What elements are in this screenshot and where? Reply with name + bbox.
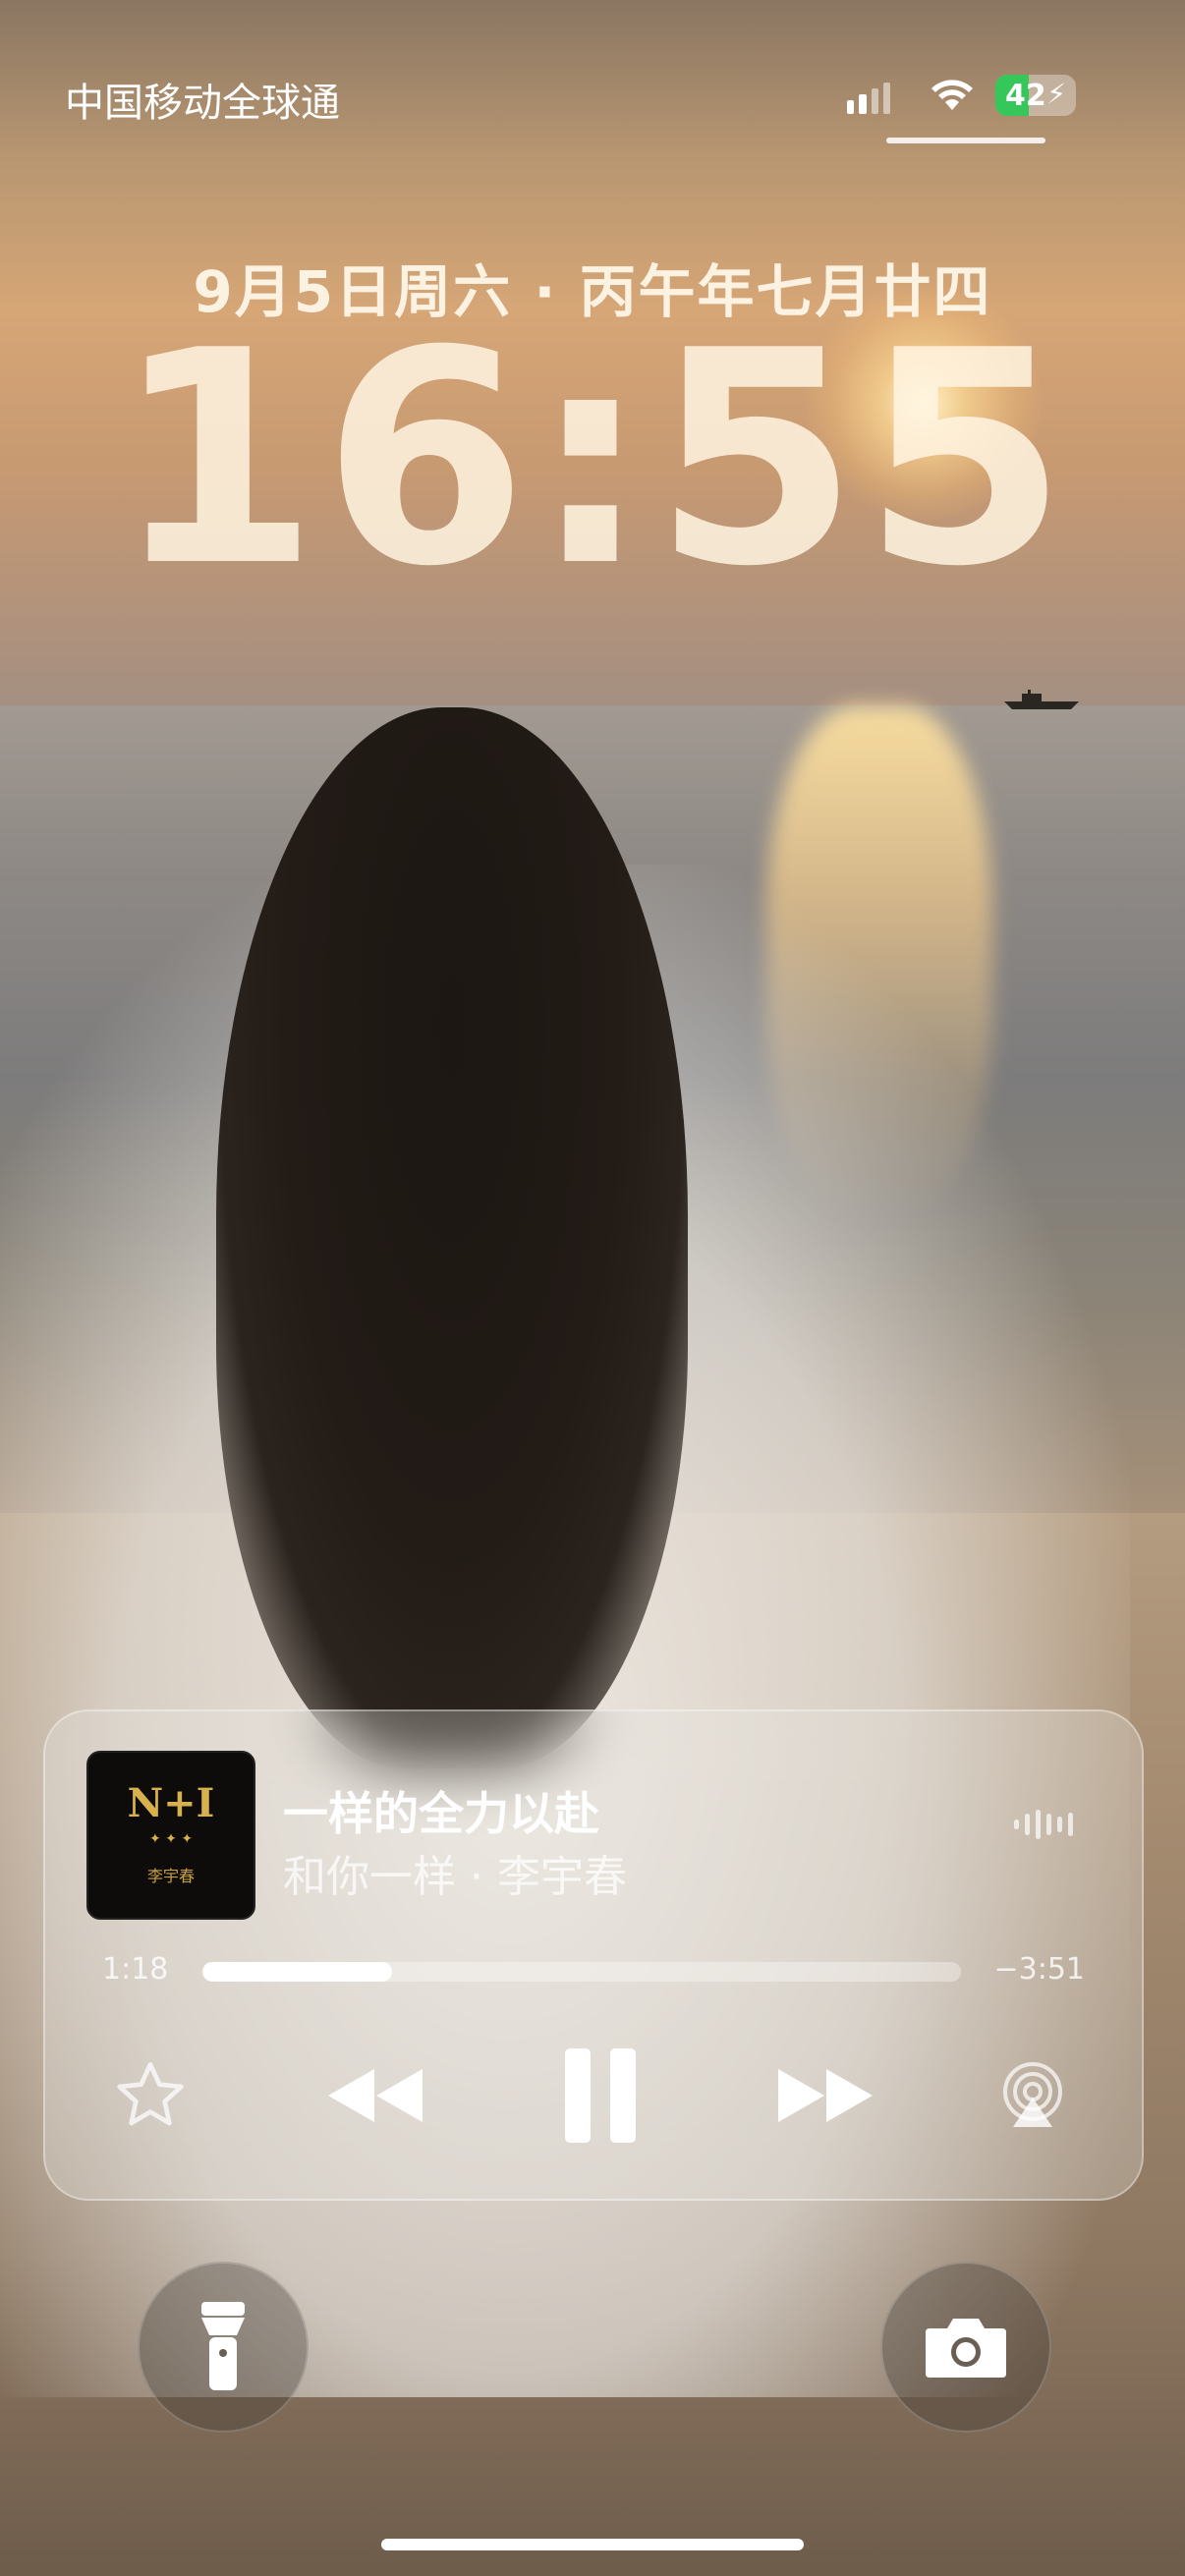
elapsed-time: 1:18 (102, 1952, 169, 1987)
signal-icon (847, 81, 890, 114)
wifi-icon (931, 80, 973, 110)
battery-charging-icon: 42 ⚡ (995, 75, 1076, 116)
album-logo-ornament: ✦ ✦ ✦ (148, 1831, 194, 1847)
song-title: 一样的全力以赴 (283, 1787, 599, 1840)
wallpaper-boat (1004, 690, 1079, 709)
carrier-name: 中国移动全球通 (65, 81, 340, 126)
status-bar: 中国移动全球通 42 ⚡ (0, 0, 1185, 196)
lock-time[interactable]: 16:55 (0, 312, 1185, 607)
next-icon[interactable] (762, 2051, 890, 2140)
remaining-time: −3:51 (993, 1952, 1085, 1987)
airplay-icon[interactable] (988, 2051, 1077, 2140)
charging-bolt-icon: ⚡ (1046, 78, 1066, 110)
favorite-star-icon[interactable] (106, 2051, 195, 2140)
control-center-indicator[interactable] (886, 138, 1045, 143)
progress-slider[interactable] (202, 1962, 961, 1982)
album-art[interactable]: N+I ✦ ✦ ✦ 李宇春 (86, 1751, 255, 1920)
wallpaper-figure-hair (216, 707, 688, 1768)
pause-icon[interactable] (546, 2042, 654, 2150)
flashlight-button[interactable] (138, 2262, 309, 2433)
previous-icon[interactable] (310, 2051, 438, 2140)
camera-icon (926, 2319, 1006, 2378)
now-playing-widget[interactable]: N+I ✦ ✦ ✦ 李宇春 一样的全力以赴 和你一样 · 李宇春 1:18 −3… (43, 1709, 1144, 2201)
audio-waveform-icon (1014, 1808, 1075, 1841)
album-logo: N+I (127, 1780, 215, 1826)
album-tag: 李宇春 (146, 1867, 195, 1885)
home-indicator[interactable] (381, 2539, 804, 2550)
song-subtitle: 和你一样 · 李宇春 (283, 1852, 627, 1902)
flashlight-icon (201, 2302, 245, 2390)
battery-level: 42 (1005, 79, 1046, 113)
camera-button[interactable] (880, 2262, 1051, 2433)
progress-fill (202, 1962, 392, 1982)
